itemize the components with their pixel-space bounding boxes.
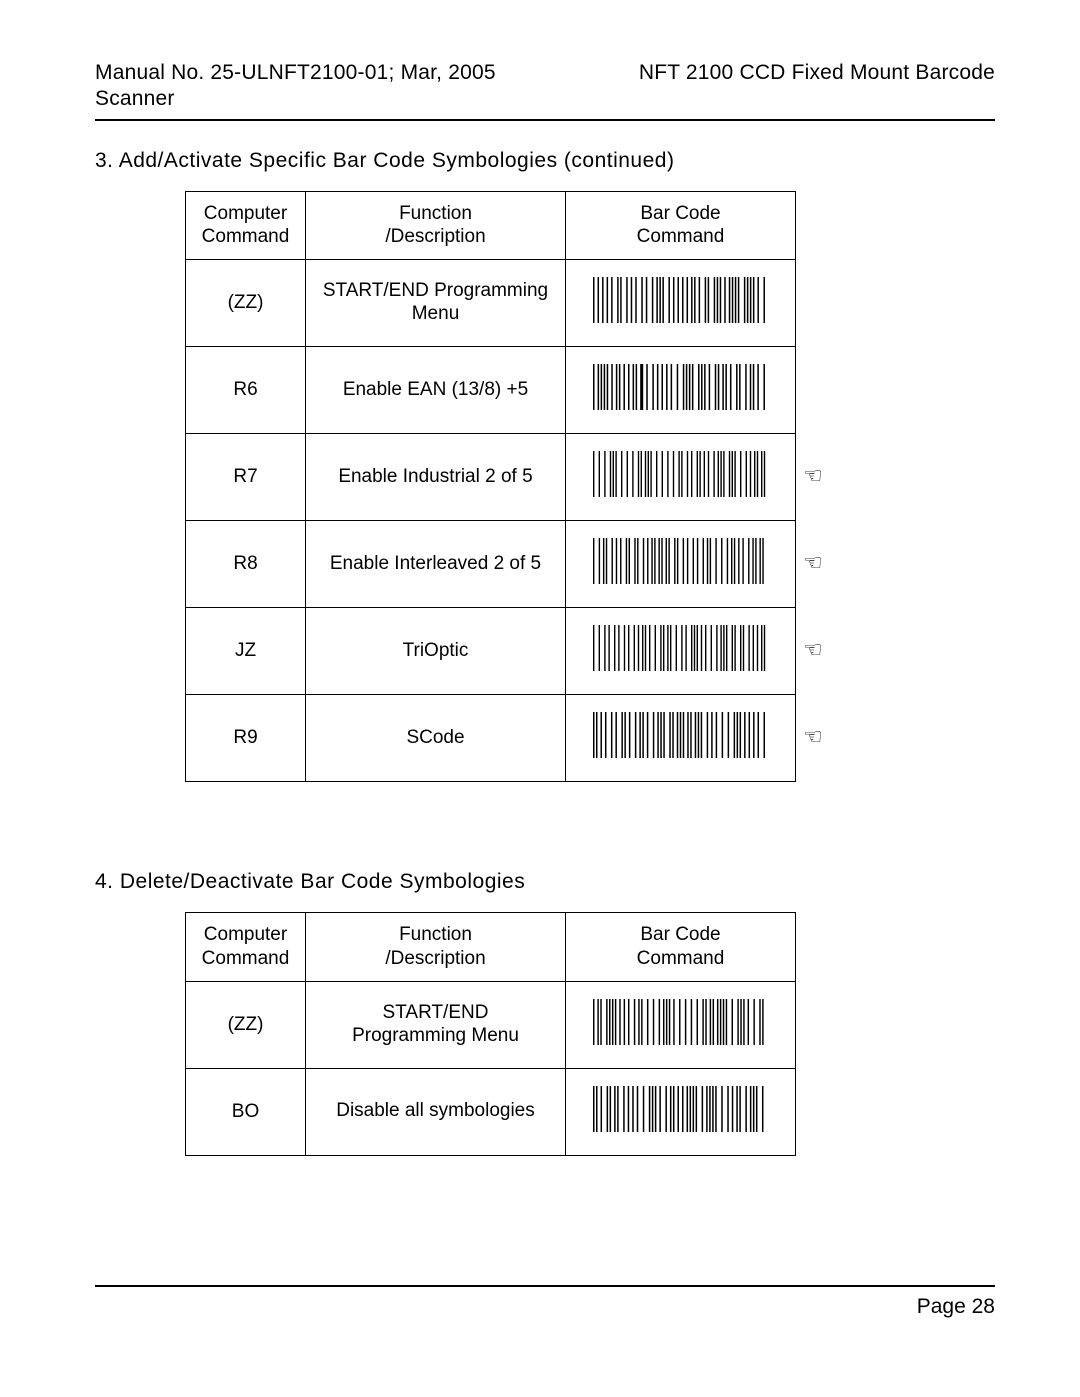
function-description-cell: TriOptic <box>306 608 566 695</box>
section4-title: 4. Delete/Deactivate Bar Code Symbologie… <box>95 870 995 894</box>
computer-command-cell: R8 <box>186 521 306 608</box>
table-row: BODisable all symbologies <box>186 1068 796 1155</box>
bar-code-command-cell <box>566 695 796 782</box>
barcode-icon <box>593 712 768 758</box>
header-rule <box>95 119 995 121</box>
barcode-icon <box>593 451 768 497</box>
computer-command-cell: R9 <box>186 695 306 782</box>
col-header-computer-command: Computer Command <box>186 191 306 260</box>
function-description-cell: SCode <box>306 695 566 782</box>
col-header-function-description: Function /Description <box>306 913 566 982</box>
header-left: Manual No. 25-ULNFT2100-01; Mar, 2005 Sc… <box>95 60 496 113</box>
bar-code-command-cell <box>566 1068 796 1155</box>
col-header-computer-command: Computer Command <box>186 913 306 982</box>
table-row: (ZZ)START/ENDProgramming Menu <box>186 981 796 1068</box>
table-row: R8Enable Interleaved 2 of 5 <box>186 521 796 608</box>
col-header-bar-code-command: Bar Code Command <box>566 913 796 982</box>
product-title: NFT 2100 CCD Fixed Mount Barcode <box>639 61 995 84</box>
computer-command-cell: (ZZ) <box>186 260 306 347</box>
page-header: Manual No. 25-ULNFT2100-01; Mar, 2005 Sc… <box>95 60 995 117</box>
table-row: (ZZ)START/END Programming Menu <box>186 260 796 347</box>
page-number: Page 28 <box>917 1295 995 1319</box>
hand-point-left-icon: ☜ <box>803 465 823 487</box>
barcode-icon <box>593 999 768 1045</box>
bar-code-command-cell <box>566 347 796 434</box>
footer-rule <box>95 1285 995 1287</box>
table-row: R9SCode <box>186 695 796 782</box>
table-header-row: Computer Command Function /Description B… <box>186 191 796 260</box>
function-description-cell: Disable all symbologies <box>306 1068 566 1155</box>
computer-command-cell: R7 <box>186 434 306 521</box>
header-right: NFT 2100 CCD Fixed Mount Barcode <box>639 60 995 86</box>
hand-point-left-icon: ☜ <box>803 639 823 661</box>
page-body: Manual No. 25-ULNFT2100-01; Mar, 2005 Sc… <box>95 60 995 1337</box>
function-description-cell: Enable Industrial 2 of 5 <box>306 434 566 521</box>
function-description-cell: START/ENDProgramming Menu <box>306 981 566 1068</box>
computer-command-cell: R6 <box>186 347 306 434</box>
col-header-function-description: Function /Description <box>306 191 566 260</box>
scanner-word: Scanner <box>95 86 496 112</box>
function-description-cell: Enable EAN (13/8) +5 <box>306 347 566 434</box>
hand-point-left-icon: ☜ <box>803 726 823 748</box>
bar-code-command-cell <box>566 434 796 521</box>
barcode-icon <box>593 1086 768 1132</box>
bar-code-command-cell <box>566 981 796 1068</box>
computer-command-cell: (ZZ) <box>186 981 306 1068</box>
barcode-icon <box>593 538 768 584</box>
section3-table: Computer Command Function /Description B… <box>185 191 796 783</box>
barcode-icon <box>593 277 768 323</box>
manual-number: Manual No. 25-ULNFT2100-01; Mar, 2005 <box>95 61 496 84</box>
table-header-row: Computer Command Function /Description B… <box>186 913 796 982</box>
bar-code-command-cell <box>566 608 796 695</box>
table-row: JZTriOptic <box>186 608 796 695</box>
function-description-cell: Enable Interleaved 2 of 5 <box>306 521 566 608</box>
section4-table-block: Computer Command Function /Description B… <box>185 912 995 1156</box>
table-row: R7Enable Industrial 2 of 5 <box>186 434 796 521</box>
barcode-icon <box>593 364 768 410</box>
computer-command-cell: JZ <box>186 608 306 695</box>
col-header-bar-code-command: Bar Code Command <box>566 191 796 260</box>
bar-code-command-cell <box>566 521 796 608</box>
section3-title: 3. Add/Activate Specific Bar Code Symbol… <box>95 149 995 173</box>
barcode-icon <box>593 625 768 671</box>
section3-table-block: Computer Command Function /Description B… <box>185 191 995 783</box>
section4-table: Computer Command Function /Description B… <box>185 912 796 1156</box>
hand-point-left-icon: ☜ <box>803 552 823 574</box>
function-description-cell: START/END Programming Menu <box>306 260 566 347</box>
bar-code-command-cell <box>566 260 796 347</box>
table-row: R6Enable EAN (13/8) +5 <box>186 347 796 434</box>
computer-command-cell: BO <box>186 1068 306 1155</box>
